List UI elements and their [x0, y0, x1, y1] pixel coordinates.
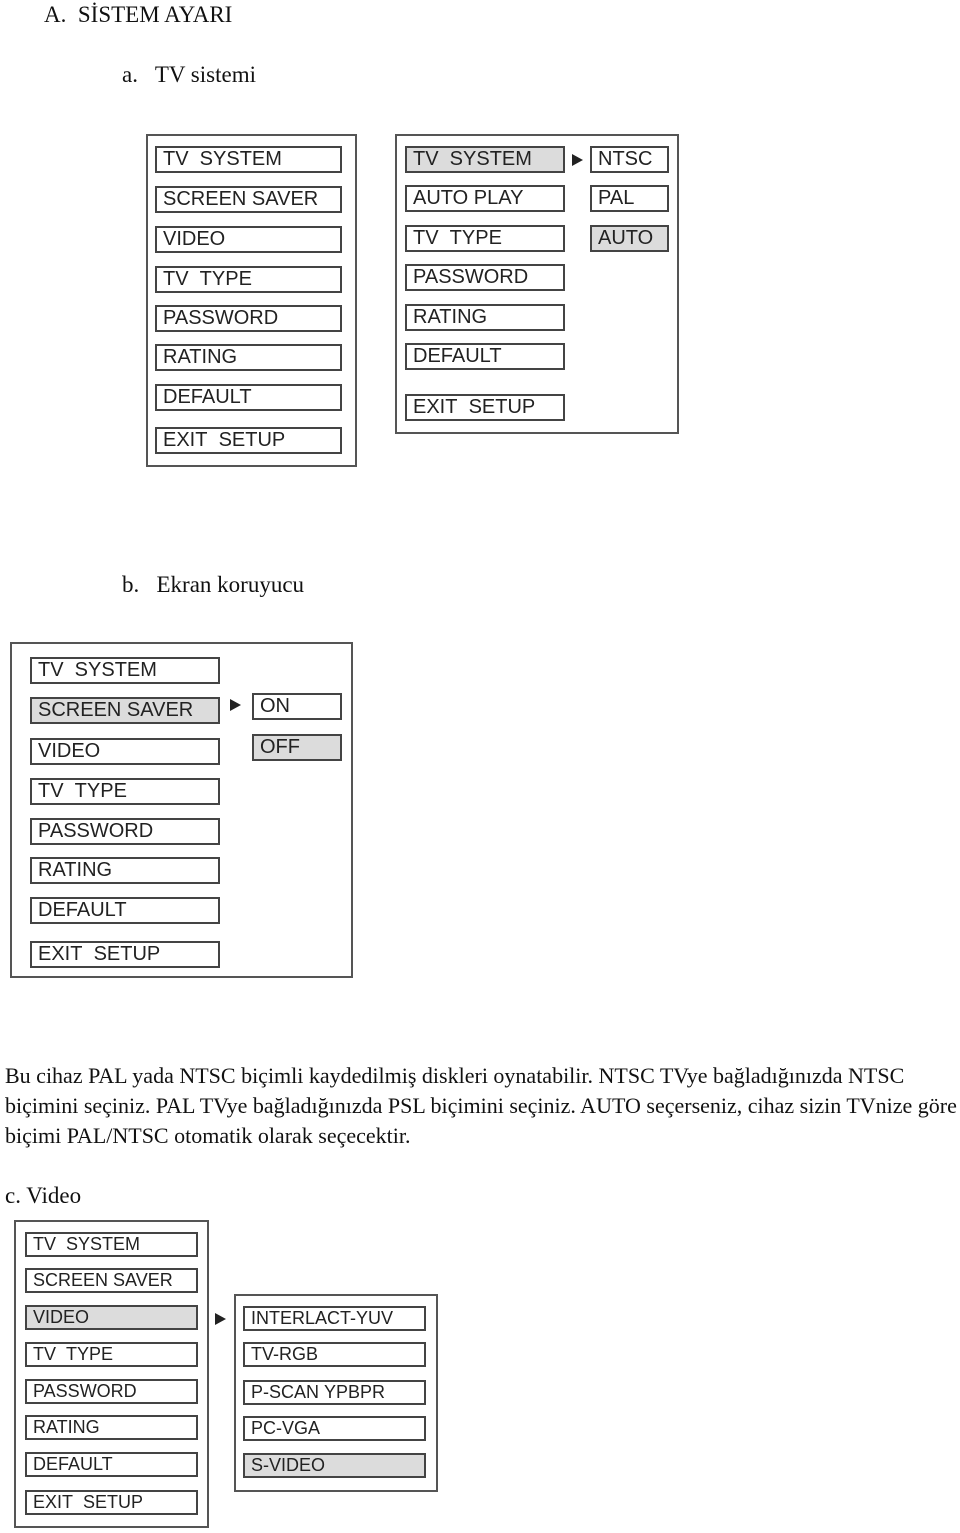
- option-on[interactable]: ON: [252, 693, 342, 720]
- menu-item-password[interactable]: PASSWORD: [25, 1379, 198, 1404]
- section-heading: A. SİSTEM AYARI: [44, 2, 232, 28]
- menu-item-video[interactable]: VIDEO: [25, 1305, 198, 1330]
- menu-item-screen-saver[interactable]: SCREEN SAVER: [155, 186, 342, 213]
- menu-item-video[interactable]: VIDEO: [155, 226, 342, 253]
- tv-system-main-menu-panel: [146, 134, 357, 467]
- option-p-scan-ypbpr[interactable]: P-SCAN YPBPR: [243, 1380, 426, 1405]
- menu-item-tv-type[interactable]: TV TYPE: [25, 1342, 198, 1367]
- menu-item-tv-system[interactable]: TV SYSTEM: [25, 1232, 198, 1257]
- menu-item-password[interactable]: PASSWORD: [155, 305, 342, 332]
- submenu-arrow-icon: [230, 699, 241, 711]
- menu-item-default[interactable]: DEFAULT: [405, 343, 565, 370]
- subsection-b-title: Ekran koruyucu: [156, 572, 305, 597]
- menu-item-tv-type[interactable]: TV TYPE: [405, 225, 565, 252]
- menu-item-tv-type[interactable]: TV TYPE: [30, 778, 220, 805]
- submenu-arrow-icon: [572, 154, 583, 166]
- subsection-a-letter: a.: [122, 62, 138, 87]
- subsection-b-letter: b.: [122, 572, 140, 597]
- menu-item-exit-setup[interactable]: EXIT SETUP: [30, 941, 220, 968]
- menu-item-tv-system[interactable]: TV SYSTEM: [155, 146, 342, 173]
- option-off[interactable]: OFF: [252, 734, 342, 761]
- option-auto[interactable]: AUTO: [590, 225, 669, 252]
- menu-item-screen-saver[interactable]: SCREEN SAVER: [30, 697, 220, 724]
- menu-item-screen-saver[interactable]: SCREEN SAVER: [25, 1268, 198, 1293]
- menu-item-default[interactable]: DEFAULT: [30, 897, 220, 924]
- option-pal[interactable]: PAL: [590, 185, 669, 212]
- submenu-arrow-icon: [215, 1313, 226, 1325]
- menu-item-rating[interactable]: RATING: [25, 1415, 198, 1440]
- section-title: SİSTEM AYARI: [77, 2, 233, 27]
- option-tv-rgb[interactable]: TV-RGB: [243, 1342, 426, 1367]
- menu-item-rating[interactable]: RATING: [30, 857, 220, 884]
- subsection-b-heading: b. Ekran koruyucu: [122, 572, 304, 598]
- description-paragraph: Bu cihaz PAL yada NTSC biçimli kaydedilm…: [5, 1063, 957, 1148]
- menu-item-exit-setup[interactable]: EXIT SETUP: [155, 427, 342, 454]
- section-letter: A.: [44, 2, 67, 27]
- menu-item-exit-setup[interactable]: EXIT SETUP: [25, 1490, 198, 1515]
- menu-item-video[interactable]: VIDEO: [30, 738, 220, 765]
- option-s-video[interactable]: S-VIDEO: [243, 1453, 426, 1478]
- menu-item-default[interactable]: DEFAULT: [25, 1452, 198, 1477]
- menu-item-tv-type[interactable]: TV TYPE: [155, 266, 342, 293]
- menu-item-exit-setup[interactable]: EXIT SETUP: [405, 394, 565, 421]
- option-pc-vga[interactable]: PC-VGA: [243, 1416, 426, 1441]
- subsection-a-title: TV sistemi: [154, 62, 256, 87]
- menu-item-password[interactable]: PASSWORD: [405, 264, 565, 291]
- video-menu-panel: [14, 1220, 209, 1528]
- menu-item-tv-system[interactable]: TV SYSTEM: [30, 657, 220, 684]
- option-ntsc[interactable]: NTSC: [590, 146, 669, 173]
- menu-item-auto-play[interactable]: AUTO PLAY: [405, 185, 565, 212]
- menu-item-rating[interactable]: RATING: [405, 304, 565, 331]
- menu-item-tv-system[interactable]: TV SYSTEM: [405, 146, 565, 173]
- menu-item-rating[interactable]: RATING: [155, 344, 342, 371]
- option-interlact-yuv[interactable]: INTERLACT-YUV: [243, 1306, 426, 1331]
- menu-item-default[interactable]: DEFAULT: [155, 384, 342, 411]
- menu-item-password[interactable]: PASSWORD: [30, 818, 220, 845]
- subsection-a-heading: a. TV sistemi: [122, 62, 256, 88]
- subsection-c-heading: c. Video: [5, 1183, 82, 1208]
